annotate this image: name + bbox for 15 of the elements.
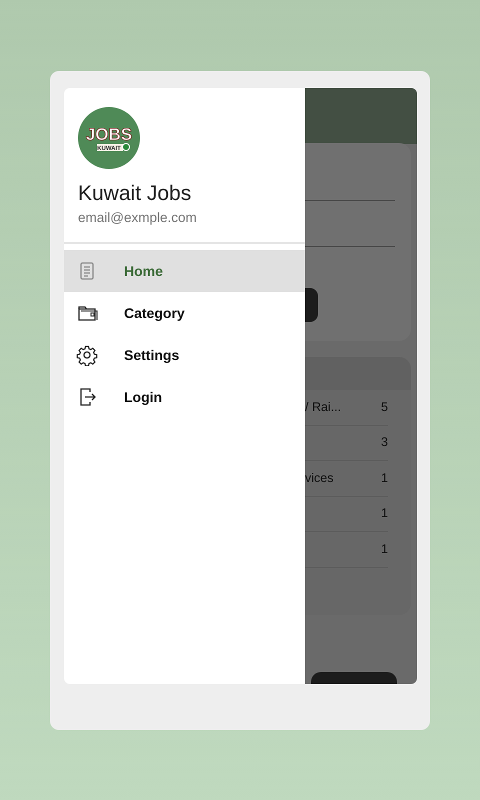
- app-title: Kuwait Jobs: [78, 181, 192, 206]
- menu-item[interactable]: Login: [64, 376, 305, 418]
- user-email: email@exmple.com: [78, 209, 198, 228]
- list-label: vices: [305, 470, 334, 487]
- menu-item[interactable]: Settings: [64, 334, 305, 376]
- list-count: 1: [381, 470, 388, 487]
- list-label: / Rai...: [305, 398, 342, 416]
- list-count: 1: [381, 505, 388, 522]
- menu-item[interactable]: Home: [64, 250, 305, 292]
- list-count: 1: [381, 540, 388, 558]
- settings-icon: [76, 344, 98, 366]
- list-count: 5: [381, 398, 388, 416]
- dark-button[interactable]: [305, 288, 318, 322]
- menu-item[interactable]: Category: [64, 292, 305, 334]
- list-count: 3: [381, 434, 388, 452]
